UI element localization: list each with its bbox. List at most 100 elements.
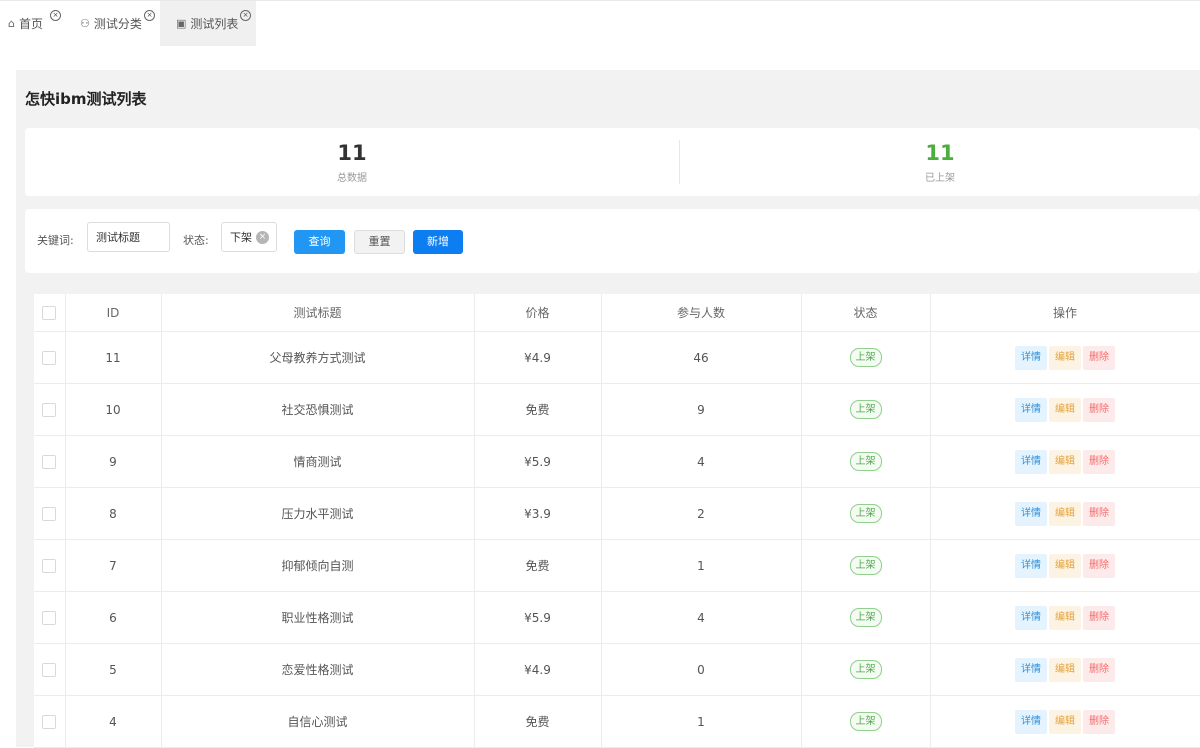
- row-checkbox[interactable]: [42, 662, 57, 677]
- category-icon: ⚇: [80, 17, 90, 30]
- tab-label: 测试分类: [93, 17, 142, 31]
- cell-id: 9: [65, 435, 162, 488]
- cell-price: ¥4.9: [474, 643, 602, 696]
- tab-label: 测试列表: [190, 17, 239, 31]
- table-row: 8 压力水平测试 ¥3.9 2 上架 详情 编辑 删除: [34, 487, 1200, 540]
- row-checkbox[interactable]: [42, 714, 57, 729]
- delete-button[interactable]: 删除: [1083, 397, 1115, 422]
- home-icon: ⌂: [8, 17, 15, 30]
- keyword-input[interactable]: 测试标题: [87, 222, 170, 252]
- delete-button[interactable]: 删除: [1083, 345, 1115, 370]
- cell-title: 抑郁倾向自测: [161, 539, 475, 592]
- reset-button[interactable]: 重置: [354, 230, 405, 254]
- close-icon[interactable]: ×: [50, 10, 61, 21]
- table-header: ID 测试标题 价格 参与人数 状态 操作: [34, 294, 1200, 332]
- status-badge: 上架: [849, 504, 882, 523]
- query-button[interactable]: 查询: [294, 230, 345, 254]
- status-select[interactable]: 下架 ×: [221, 222, 277, 252]
- edit-button[interactable]: 编辑: [1049, 449, 1081, 474]
- tab-test-list[interactable]: ▣ 测试列表 ×: [160, 1, 256, 46]
- clear-icon[interactable]: ×: [256, 231, 269, 244]
- edit-button[interactable]: 编辑: [1049, 501, 1081, 526]
- edit-button[interactable]: 编辑: [1049, 605, 1081, 630]
- cell-participants: 46: [601, 331, 802, 384]
- row-checkbox[interactable]: [42, 558, 57, 573]
- row-checkbox[interactable]: [42, 402, 57, 417]
- cell-price: ¥5.9: [474, 591, 602, 644]
- table-row: 6 职业性格测试 ¥5.9 4 上架 详情 编辑 删除: [34, 591, 1200, 644]
- detail-button[interactable]: 详情: [1015, 657, 1047, 682]
- cell-title: 自信心测试: [161, 695, 475, 748]
- cell-id: 7: [65, 539, 162, 592]
- cell-id: 5: [65, 643, 162, 696]
- cell-price: ¥3.9: [474, 487, 602, 540]
- delete-button[interactable]: 删除: [1083, 501, 1115, 526]
- cell-id: 11: [65, 331, 162, 384]
- detail-button[interactable]: 详情: [1015, 553, 1047, 578]
- table-row: 7 抑郁倾向自测 免费 1 上架 详情 编辑 删除: [34, 539, 1200, 592]
- row-checkbox[interactable]: [42, 350, 57, 365]
- column-header-actions: 操作: [930, 294, 1200, 332]
- detail-button[interactable]: 详情: [1015, 501, 1047, 526]
- cell-price: 免费: [474, 383, 602, 436]
- delete-button[interactable]: 删除: [1083, 605, 1115, 630]
- select-all-cell[interactable]: [34, 294, 66, 332]
- delete-button[interactable]: 删除: [1083, 657, 1115, 682]
- tab-label: 首页: [18, 17, 43, 31]
- keyword-label: 关键词:: [37, 234, 74, 247]
- detail-button[interactable]: 详情: [1015, 709, 1047, 734]
- cell-id: 10: [65, 383, 162, 436]
- status-value: 下架: [230, 231, 252, 244]
- test-table: ID 测试标题 价格 参与人数 状态 操作 11 父母教养方式测试 ¥4.9 4…: [34, 294, 1200, 748]
- edit-button[interactable]: 编辑: [1049, 345, 1081, 370]
- cell-price: 免费: [474, 695, 602, 748]
- detail-button[interactable]: 详情: [1015, 345, 1047, 370]
- detail-button[interactable]: 详情: [1015, 397, 1047, 422]
- delete-button[interactable]: 删除: [1083, 553, 1115, 578]
- stat-total: 11 总数据: [25, 128, 679, 196]
- add-button[interactable]: 新增: [413, 230, 463, 254]
- stats-panel: 11 总数据 11 已上架: [25, 128, 1200, 196]
- page-title: 怎快ibm测试列表: [25, 90, 147, 108]
- keyword-value: 测试标题: [96, 231, 140, 244]
- cell-title: 职业性格测试: [161, 591, 475, 644]
- table-row: 10 社交恐惧测试 免费 9 上架 详情 编辑 删除: [34, 383, 1200, 436]
- close-icon[interactable]: ×: [144, 10, 155, 21]
- delete-button[interactable]: 删除: [1083, 449, 1115, 474]
- column-header-title: 测试标题: [161, 294, 475, 332]
- cell-id: 6: [65, 591, 162, 644]
- column-header-id: ID: [65, 294, 162, 332]
- cell-price: ¥5.9: [474, 435, 602, 488]
- detail-button[interactable]: 详情: [1015, 449, 1047, 474]
- cell-price: ¥4.9: [474, 331, 602, 384]
- cell-participants: 1: [601, 539, 802, 592]
- cell-price: 免费: [474, 539, 602, 592]
- delete-button[interactable]: 删除: [1083, 709, 1115, 734]
- edit-button[interactable]: 编辑: [1049, 553, 1081, 578]
- detail-button[interactable]: 详情: [1015, 605, 1047, 630]
- edit-button[interactable]: 编辑: [1049, 657, 1081, 682]
- stat-value: 11: [337, 141, 367, 165]
- close-icon[interactable]: ×: [240, 10, 251, 21]
- cell-participants: 1: [601, 695, 802, 748]
- select-all-checkbox[interactable]: [42, 305, 57, 320]
- tab-home[interactable]: ⌂ 首页 ×: [8, 1, 63, 46]
- cell-title: 恋爱性格测试: [161, 643, 475, 696]
- row-checkbox[interactable]: [42, 506, 57, 521]
- stat-label: 总数据: [337, 173, 367, 184]
- tab-category[interactable]: ⚇ 测试分类 ×: [80, 1, 160, 46]
- stat-label: 已上架: [925, 173, 955, 184]
- edit-button[interactable]: 编辑: [1049, 709, 1081, 734]
- row-checkbox[interactable]: [42, 610, 57, 625]
- cell-title: 父母教养方式测试: [161, 331, 475, 384]
- edit-button[interactable]: 编辑: [1049, 397, 1081, 422]
- search-panel: 关键词: 测试标题 状态: 下架 × 查询 重置 新增: [25, 209, 1200, 273]
- status-label: 状态:: [183, 234, 209, 247]
- status-badge: 上架: [849, 400, 882, 419]
- cell-title: 社交恐惧测试: [161, 383, 475, 436]
- status-badge: 上架: [849, 452, 882, 471]
- row-checkbox[interactable]: [42, 454, 57, 469]
- stat-listed: 11 已上架: [680, 128, 1200, 196]
- status-badge: 上架: [849, 348, 882, 367]
- status-badge: 上架: [849, 712, 882, 731]
